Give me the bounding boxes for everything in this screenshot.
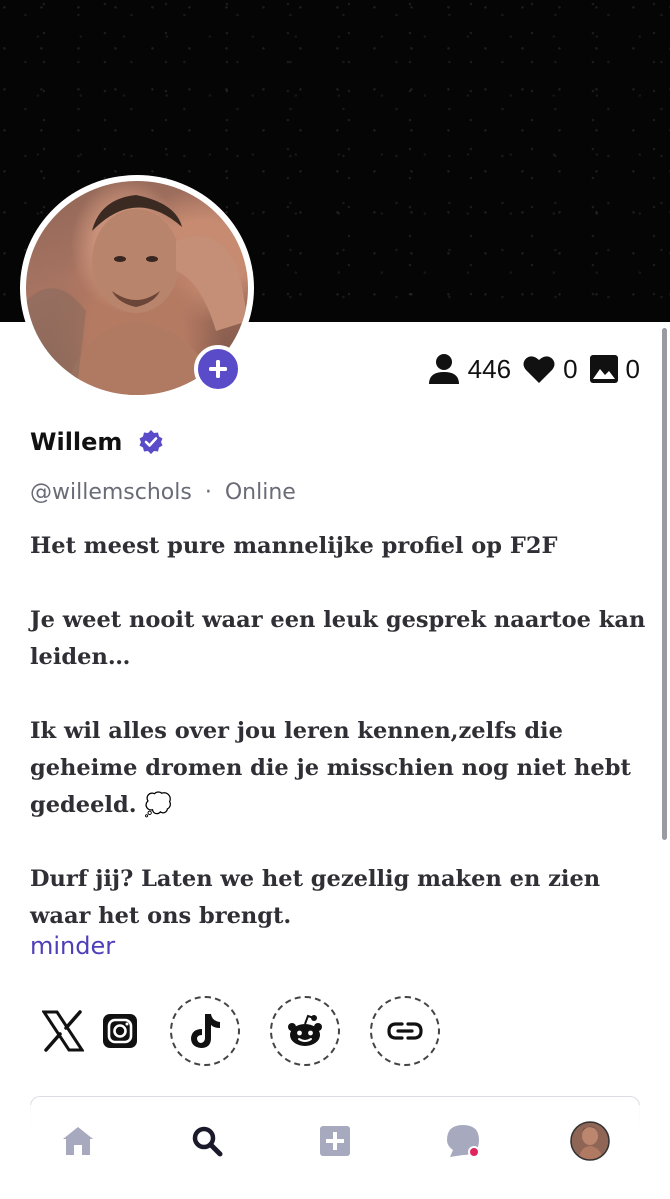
- social-links: [28, 996, 468, 1066]
- show-less-link[interactable]: minder: [30, 932, 115, 960]
- handle-status: @willemschols · Online: [30, 480, 296, 505]
- media-count: 0: [625, 353, 640, 384]
- reddit-icon: [288, 1014, 322, 1046]
- website-link[interactable]: [370, 996, 440, 1066]
- tiktok-icon: [191, 1014, 220, 1048]
- separator: ·: [204, 480, 212, 505]
- username: @willemschols: [30, 480, 192, 505]
- reddit-link[interactable]: [270, 996, 340, 1066]
- link-icon: [387, 1022, 423, 1040]
- profile-avatar: [570, 1121, 610, 1161]
- profile-bio: Het meest pure mannelijke profiel op F2F…: [30, 528, 650, 935]
- instagram-link[interactable]: [85, 996, 155, 1066]
- display-name: Willem: [30, 428, 123, 456]
- tiktok-link[interactable]: [170, 996, 240, 1066]
- notification-dot: [468, 1146, 480, 1158]
- nav-search[interactable]: [187, 1121, 227, 1161]
- messages-icon: [447, 1125, 480, 1158]
- home-icon: [63, 1127, 93, 1155]
- online-status: Online: [224, 480, 296, 505]
- instagram-icon: [103, 1014, 137, 1048]
- bottom-navigation: [0, 1105, 670, 1199]
- user-icon: [428, 354, 459, 384]
- name-row: Willem: [30, 428, 164, 456]
- bio-paragraph: Durf jij? Laten we het gezellig maken en…: [30, 866, 601, 929]
- media-stat: 0: [589, 353, 640, 385]
- bio-paragraph: Het meest pure mannelijke profiel op F2F: [30, 533, 558, 559]
- heart-icon: [523, 356, 555, 383]
- plus-icon: [209, 360, 227, 378]
- bio-paragraph: Je weet nooit waar een leuk gesprek naar…: [30, 607, 646, 670]
- followers-stat: 446: [428, 354, 511, 385]
- scrollbar[interactable]: [662, 328, 667, 840]
- nav-home[interactable]: [58, 1121, 98, 1161]
- verified-badge-icon: [139, 430, 163, 454]
- search-icon: [192, 1126, 223, 1157]
- follow-add-button[interactable]: [194, 345, 242, 393]
- profile-stats: 446 0 0: [428, 350, 640, 388]
- x-icon: [42, 1010, 84, 1052]
- image-icon: [589, 355, 618, 383]
- nav-messages[interactable]: [443, 1121, 483, 1161]
- nav-create[interactable]: [315, 1121, 355, 1161]
- create-icon: [320, 1126, 350, 1156]
- likes-stat: 0: [523, 353, 578, 385]
- bio-paragraph: Ik wil alles over jou leren kennen,zelfs…: [30, 718, 631, 818]
- followers-count: 446: [467, 353, 512, 384]
- nav-profile[interactable]: [570, 1121, 610, 1161]
- likes-count: 0: [563, 353, 578, 384]
